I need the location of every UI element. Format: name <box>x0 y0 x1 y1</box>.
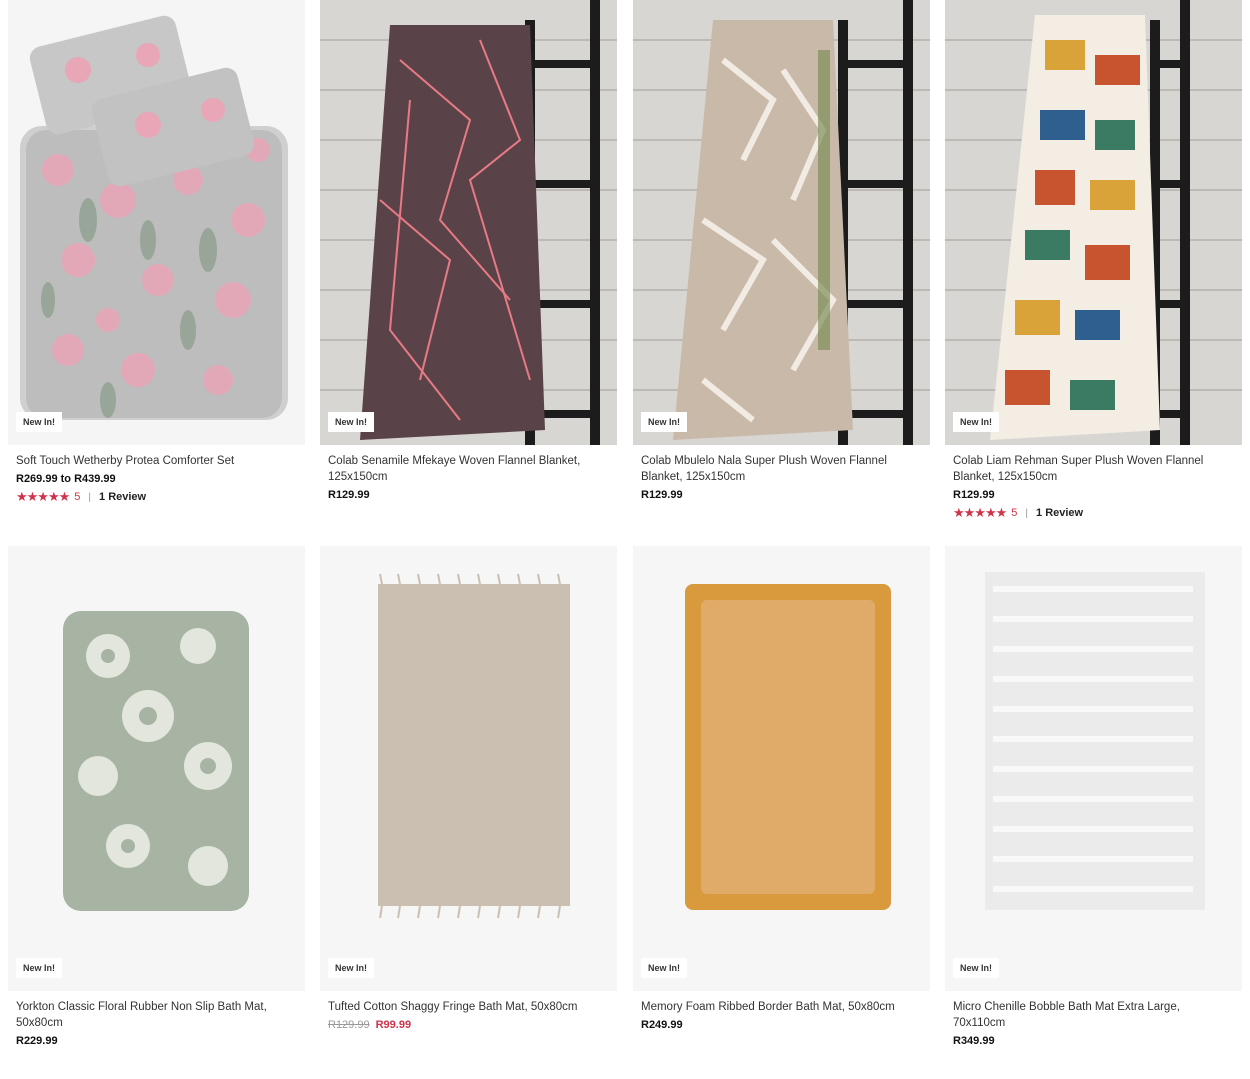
blanket-image <box>633 0 930 445</box>
product-card[interactable]: New In! Colab Senamile Mfekaye Woven Fla… <box>320 0 617 501</box>
rating-separator: | <box>88 491 92 503</box>
product-name[interactable]: Colab Liam Rehman Super Plush Woven Flan… <box>953 453 1234 485</box>
new-in-badge: New In! <box>328 958 375 978</box>
product-card[interactable]: New In! Tufted Cotton Shaggy Fringe Bath… <box>320 546 617 1031</box>
new-in-badge: New In! <box>953 412 1000 432</box>
product-price: R249.99 <box>641 1019 683 1031</box>
product-price: R269.99 to R439.99 <box>16 473 116 485</box>
product-image[interactable]: New In! <box>945 546 1242 991</box>
product-rating[interactable]: ★★★★★ 5 | 1 Review <box>16 489 297 505</box>
product-name[interactable]: Colab Mbulelo Nala Super Plush Woven Fla… <box>641 453 922 485</box>
new-in-badge: New In! <box>328 412 375 432</box>
product-image[interactable]: New In! <box>320 0 617 445</box>
sale-price: R99.99 <box>375 1019 412 1031</box>
product-name[interactable]: Soft Touch Wetherby Protea Comforter Set <box>16 453 297 469</box>
new-in-badge: New In! <box>953 958 1000 978</box>
product-price: R229.99 <box>16 1035 58 1047</box>
product-card[interactable]: New In! Colab Mbulelo Nala Super Plush W… <box>633 0 930 501</box>
product-card[interactable]: New In! Yorkton Classic Floral Rubber No… <box>8 546 305 1047</box>
new-in-badge: New In! <box>641 958 688 978</box>
product-card[interactable]: New In! Micro Chenille Bobble Bath Mat E… <box>945 546 1242 1047</box>
product-price: R129.99 R99.99 <box>328 1019 609 1031</box>
rating-score: 5 <box>74 491 81 503</box>
product-card[interactable]: New In! Colab Liam Rehman Super Plush Wo… <box>945 0 1242 521</box>
product-image[interactable]: New In! <box>320 546 617 991</box>
comforter-image <box>8 0 305 445</box>
new-in-badge: New In! <box>16 412 63 432</box>
bathmat-image <box>633 546 930 991</box>
product-image[interactable]: New In! <box>633 546 930 991</box>
product-image[interactable]: New In! <box>8 546 305 991</box>
product-image[interactable]: New In! <box>945 0 1242 445</box>
rating-separator: | <box>1025 507 1029 519</box>
review-count-link[interactable]: 1 Review <box>1036 507 1083 519</box>
bathmat-image <box>320 546 617 991</box>
product-name[interactable]: Yorkton Classic Floral Rubber Non Slip B… <box>16 999 297 1031</box>
product-name[interactable]: Micro Chenille Bobble Bath Mat Extra Lar… <box>953 999 1234 1031</box>
product-name[interactable]: Colab Senamile Mfekaye Woven Flannel Bla… <box>328 453 609 485</box>
product-rating[interactable]: ★★★★★ 5 | 1 Review <box>953 505 1234 521</box>
review-count-link[interactable]: 1 Review <box>99 491 146 503</box>
product-image[interactable]: New In! <box>633 0 930 445</box>
blanket-image <box>320 0 617 445</box>
product-price: R129.99 <box>953 489 995 501</box>
product-price: R129.99 <box>328 489 370 501</box>
product-price: R349.99 <box>953 1035 995 1047</box>
star-rating-icon: ★★★★★ <box>16 489 70 504</box>
product-name[interactable]: Tufted Cotton Shaggy Fringe Bath Mat, 50… <box>328 999 609 1015</box>
bathmat-image <box>8 546 305 991</box>
new-in-badge: New In! <box>641 412 688 432</box>
product-image[interactable]: New In! <box>8 0 305 445</box>
product-price: R129.99 <box>641 489 683 501</box>
blanket-image <box>945 0 1242 445</box>
new-in-badge: New In! <box>16 958 63 978</box>
star-rating-icon: ★★★★★ <box>953 505 1007 520</box>
bathmat-image <box>945 546 1242 991</box>
product-card[interactable]: New In! Memory Foam Ribbed Border Bath M… <box>633 546 930 1031</box>
product-name[interactable]: Memory Foam Ribbed Border Bath Mat, 50x8… <box>641 999 922 1015</box>
product-card[interactable]: New In! Soft Touch Wetherby Protea Comfo… <box>8 0 305 505</box>
original-price: R129.99 <box>328 1019 370 1031</box>
rating-score: 5 <box>1011 507 1018 519</box>
